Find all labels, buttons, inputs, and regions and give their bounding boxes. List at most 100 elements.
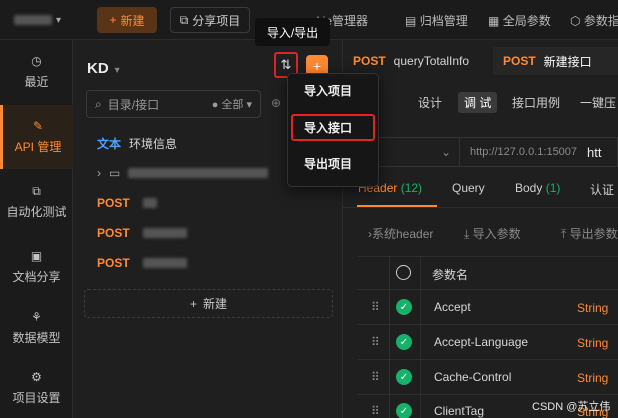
watermark: CSDN @苏立伟 <box>532 401 611 413</box>
tree-item-post-1[interactable]: POST <box>97 193 157 213</box>
row-checkbox[interactable]: ✓ <box>396 299 412 315</box>
folder-icon: ▭ <box>109 166 121 180</box>
archive-manager-link[interactable]: ▤ 归档管理 <box>405 12 468 29</box>
subtab-debug[interactable]: 调 试 <box>458 92 498 113</box>
param-name[interactable]: Cache-Control <box>434 370 511 384</box>
menu-import-project[interactable]: 导入项目 <box>304 82 352 99</box>
active-tab-indicator <box>357 205 437 207</box>
folder-name-redacted <box>128 168 269 178</box>
tab-divider <box>343 207 618 208</box>
tree-item-post-3[interactable]: POST <box>97 253 187 273</box>
row-checkbox[interactable]: ✓ <box>396 334 412 350</box>
method-tag: POST <box>97 196 130 210</box>
subtab-cases[interactable]: 接口用例 <box>512 94 560 111</box>
add-new-button[interactable]: + 新建 <box>84 289 333 318</box>
filter-label: 全部 <box>221 99 244 111</box>
project-selector[interactable]: KD ▾ <box>87 60 120 77</box>
tab-body[interactable]: Body (1) <box>515 181 560 195</box>
clock-icon: ◷ <box>31 54 42 68</box>
api-name-redacted <box>143 228 187 238</box>
system-header-toggle[interactable]: ›系统header <box>368 225 433 242</box>
tab-method: POST <box>503 54 536 68</box>
url-input[interactable]: http://127.0.0.1:15007 htt <box>460 137 618 167</box>
global-params-link[interactable]: ▦ 全局参数 <box>488 12 551 29</box>
tab-new-api[interactable]: POST 新建接口 <box>493 47 618 75</box>
subtab-design[interactable]: 设计 <box>418 94 442 111</box>
nav-doc-share[interactable]: ▣ 文档分享 <box>0 235 73 299</box>
param-type[interactable]: String <box>577 336 608 350</box>
subtab-stress[interactable]: 一键压 <box>580 94 616 111</box>
method-tag: POST <box>97 256 130 270</box>
row-checkbox[interactable]: ✓ <box>396 369 412 385</box>
tree-item-env[interactable]: 文本 环境信息 <box>97 133 177 153</box>
nav-data-model[interactable]: ⚘ 数据模型 <box>0 296 73 360</box>
tree-settings-icon[interactable]: ⊕ <box>271 96 281 110</box>
nav-label: 最近 <box>24 75 49 89</box>
tab-method: POST <box>353 54 386 68</box>
param-type[interactable]: String <box>577 301 608 315</box>
search-placeholder: 目录/接口 <box>107 97 160 112</box>
import-params-label: 导入参数 <box>472 227 521 241</box>
url-base: http://127.0.0.1:15007 <box>470 146 578 158</box>
nav-label: API 管理 <box>14 140 62 154</box>
plus-icon: + <box>189 296 197 311</box>
grid-icon: ▦ <box>488 14 500 28</box>
body-count: (1) <box>545 181 561 195</box>
select-all-checkbox[interactable] <box>396 265 411 280</box>
edit-icon: ✎ <box>32 119 44 133</box>
drag-handle-icon[interactable]: ⠿ <box>371 335 380 349</box>
global-label: 全局参数 <box>502 14 551 28</box>
tree-folder[interactable]: › ▭ <box>97 163 269 183</box>
new-button[interactable]: + 新建 <box>97 7 157 33</box>
project-name: KD <box>87 60 109 77</box>
param-type[interactable]: String <box>577 371 608 385</box>
url-suffix: htt <box>587 144 602 160</box>
doc-icon: ▣ <box>30 249 43 263</box>
model-icon: ⚘ <box>31 310 42 324</box>
params-label: 参数指 <box>583 14 618 28</box>
drag-handle-icon[interactable]: ⠿ <box>371 370 380 384</box>
col-param-name: 参数名 <box>432 268 469 282</box>
param-name[interactable]: ClientTag <box>434 404 484 418</box>
plus-icon: + <box>312 58 322 74</box>
param-name[interactable]: Accept <box>434 300 471 314</box>
nav-recent[interactable]: ◷ 最近 <box>0 40 73 104</box>
params-link[interactable]: ⬡ 参数指 <box>570 12 618 29</box>
menu-export-project[interactable]: 导出项目 <box>304 155 352 172</box>
nav-automation-test[interactable]: ⧉ 自动化测试 <box>0 170 73 234</box>
share-icon: ⧉ <box>179 12 189 27</box>
export-params-label: 导出参数 <box>569 227 618 241</box>
drag-handle-icon[interactable]: ⠿ <box>371 300 380 314</box>
filter-select[interactable]: ● 全部 ▾ <box>212 96 252 112</box>
share-project-button[interactable]: ⧉ 分享项目 <box>170 7 250 33</box>
tab-query[interactable]: Query <box>452 181 485 195</box>
tab-auth[interactable]: 认证 <box>590 181 614 198</box>
export-params-button[interactable]: ⤒ 导出参数 <box>561 225 618 242</box>
import-export-tooltip: 导入/导出 <box>255 18 330 46</box>
new-button-label: 新建 <box>120 13 145 28</box>
team-switcher[interactable]: ▾ <box>14 11 62 26</box>
import-export-icon: ⇅ <box>280 57 292 72</box>
method-tag: POST <box>97 226 130 240</box>
plus-icon: + <box>109 13 117 27</box>
system-header-label: 系统header <box>372 227 434 241</box>
nav-label: 自动化测试 <box>6 205 67 219</box>
tab-query-total-info[interactable]: POST queryTotalInfo <box>353 47 469 75</box>
nav-label: 项目设置 <box>12 391 61 405</box>
param-name[interactable]: Accept-Language <box>434 335 528 349</box>
chevron-down-icon: ▾ <box>56 15 63 26</box>
tree-item-post-2[interactable]: POST <box>97 223 187 243</box>
menu-import-api[interactable]: 导入接口 <box>304 119 352 136</box>
tree-search-input[interactable]: ⌕ 目录/接口 ● 全部 ▾ <box>86 90 261 118</box>
row-checkbox[interactable]: ✓ <box>396 403 412 418</box>
search-icon: ⌕ <box>95 96 102 111</box>
team-name-redacted <box>14 14 52 25</box>
drag-handle-icon[interactable]: ⠿ <box>371 404 380 418</box>
nav-label: 文档分享 <box>12 270 61 284</box>
header-count: (12) <box>400 181 423 195</box>
import-params-button[interactable]: ⤓ 导入参数 <box>464 225 521 242</box>
cube-icon: ⬡ <box>570 14 581 28</box>
chevron-down-icon: ▾ <box>114 65 120 76</box>
nav-api-management[interactable]: ✎ API 管理 <box>0 105 73 169</box>
nav-project-settings[interactable]: ⚙ 项目设置 <box>0 356 73 418</box>
